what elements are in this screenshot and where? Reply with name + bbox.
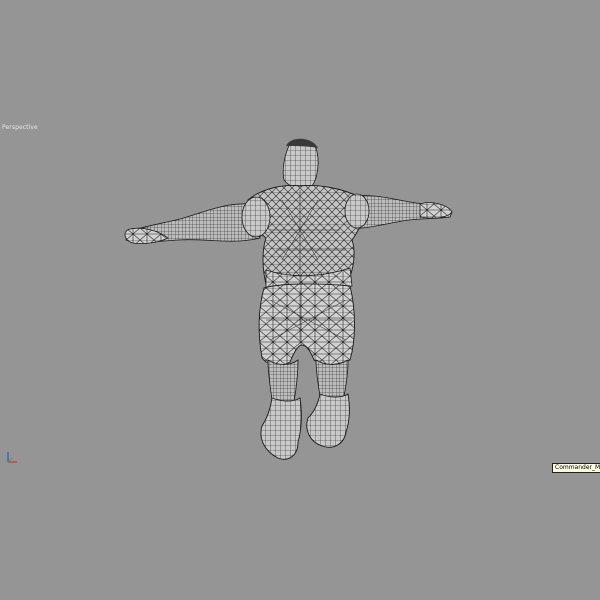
left-leg: [267, 359, 299, 405]
3d-viewport[interactable]: Perspective Commander_M: [0, 0, 600, 600]
shorts: [258, 283, 355, 366]
head: [282, 140, 319, 189]
right-hand: [419, 202, 453, 219]
right-shoulder: [344, 193, 370, 229]
left-shoulder: [241, 196, 271, 238]
character-mesh[interactable]: [0, 0, 600, 600]
axis-tripod-icon: [7, 452, 17, 463]
object-name-tooltip: Commander_Mesh_02: [552, 463, 600, 473]
right-boot: [306, 393, 350, 448]
left-boot: [260, 397, 302, 460]
right-leg: [315, 359, 349, 400]
